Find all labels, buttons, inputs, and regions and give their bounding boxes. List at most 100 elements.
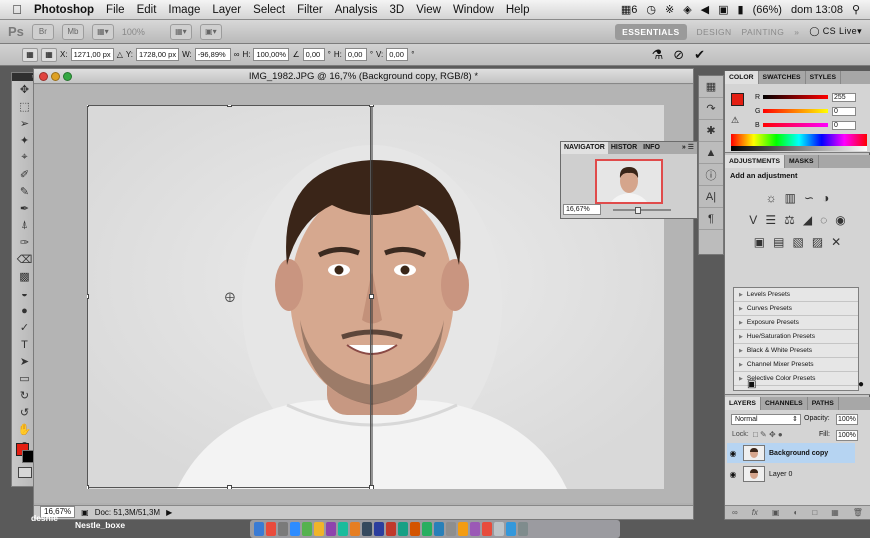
blend-mode-select[interactable]: Normal ⇕	[731, 414, 801, 425]
bluetooth-icon[interactable]: ※	[665, 3, 674, 16]
adjustments-panel-expand-icon[interactable]: ●	[858, 379, 864, 390]
navigator-zoom-field[interactable]: 16,67%	[563, 204, 601, 215]
tab-info[interactable]: INFO	[640, 142, 663, 154]
time-machine-icon[interactable]: ◷	[646, 3, 656, 16]
color-spectrum-ramp[interactable]	[731, 134, 867, 146]
menu-filter[interactable]: Filter	[297, 4, 323, 16]
y-field[interactable]: 1728,00 px	[135, 48, 180, 61]
menu-view[interactable]: View	[416, 4, 441, 16]
vibrance-icon[interactable]: V	[749, 213, 757, 227]
red-slider[interactable]: R 255	[755, 92, 857, 102]
navigator-panel-icon[interactable]: ✱	[699, 120, 723, 142]
character-panel-icon[interactable]: A|	[699, 186, 723, 208]
green-slider[interactable]: G 0	[755, 106, 857, 116]
menu-window[interactable]: Window	[453, 4, 494, 16]
vertical-skew-field[interactable]: 0,00	[386, 48, 409, 61]
warp-mode-icon[interactable]: ⚗	[652, 47, 664, 63]
selective-color-icon[interactable]: ✕	[831, 235, 841, 249]
transform-handle-bottom[interactable]	[227, 485, 232, 489]
menu-analysis[interactable]: Analysis	[335, 4, 378, 16]
preset-exposure[interactable]: Exposure Presets	[734, 316, 858, 330]
safari-dock-icon[interactable]	[290, 522, 300, 536]
app-dock-icon[interactable]	[266, 522, 276, 536]
mini-bridge-button[interactable]: Mb	[61, 23, 84, 40]
app-dock-icon[interactable]	[446, 522, 456, 536]
lock-icons[interactable]: □ ✎ ✥ ●	[753, 430, 783, 439]
app-dock-icon[interactable]	[398, 522, 408, 536]
transform-handle-top[interactable]	[227, 105, 232, 107]
desktop-file-label[interactable]: deshle	[31, 513, 58, 523]
invert-icon[interactable]: ▣	[754, 235, 765, 249]
layer-name[interactable]: Layer 0	[769, 471, 792, 478]
red-slider-track[interactable]	[763, 95, 828, 99]
finder-dock-icon[interactable]	[254, 522, 264, 536]
tab-color[interactable]: COLOR	[725, 71, 759, 84]
app-dock-icon[interactable]	[458, 522, 468, 536]
horizontal-skew-field[interactable]: 0,00	[344, 48, 367, 61]
workspace-painting[interactable]: PAINTING	[742, 27, 785, 37]
preset-hue-saturation[interactable]: Hue/Saturation Presets	[734, 330, 858, 344]
clock[interactable]: dom 13:08	[791, 4, 843, 16]
transform-handle-top-right[interactable]	[369, 105, 374, 107]
tab-swatches[interactable]: SWATCHES	[759, 71, 806, 84]
tab-history[interactable]: HISTOR	[608, 142, 640, 154]
transform-handle-left[interactable]	[87, 294, 89, 299]
layer-visibility-eye-icon[interactable]: ◉	[727, 449, 739, 458]
navigator-panel-menu-icon[interactable]: » ☰	[679, 142, 697, 154]
link-icon[interactable]: ∞	[234, 50, 240, 59]
brightness-contrast-icon[interactable]: ☼	[766, 191, 777, 205]
tab-channels[interactable]: CHANNELS	[761, 397, 808, 410]
preset-levels[interactable]: Levels Presets	[734, 288, 858, 302]
workspace-design[interactable]: DESIGN	[697, 27, 732, 37]
apple-menu-icon[interactable]: 	[0, 2, 34, 17]
app-dock-icon[interactable]	[470, 522, 480, 536]
input-icon[interactable]: ▣	[718, 3, 728, 16]
commit-transform-icon[interactable]: ✔	[694, 47, 705, 63]
layer-visibility-eye-icon[interactable]: ◉	[727, 470, 739, 479]
blue-slider-track[interactable]	[763, 123, 828, 127]
posterize-icon[interactable]: ▤	[773, 235, 784, 249]
document-title-bar[interactable]: IMG_1982.JPG @ 16,7% (Background copy, R…	[34, 69, 693, 84]
navigator-zoom-slider[interactable]	[613, 209, 671, 211]
out-of-gamut-warning-icon[interactable]: ⚠	[731, 115, 739, 126]
photo-filter-icon[interactable]: ◌	[820, 213, 827, 227]
blue-slider[interactable]: B 0	[755, 120, 857, 130]
tab-layers[interactable]: LAYERS	[725, 397, 761, 410]
app-dock-icon[interactable]	[338, 522, 348, 536]
add-mask-icon[interactable]: ▣	[772, 508, 780, 517]
relative-positioning-icon[interactable]: △	[117, 50, 123, 59]
tab-styles[interactable]: STYLES	[806, 71, 841, 84]
navigator-zoom-slider-knob[interactable]	[635, 207, 641, 214]
app-dock-icon[interactable]	[350, 522, 360, 536]
workspace-essentials[interactable]: ESSENTIALS	[615, 23, 687, 40]
preset-black-white[interactable]: Black & White Presets	[734, 344, 858, 358]
layer-row-layer-0[interactable]: ◉ Layer 0	[727, 464, 855, 484]
status-menu-arrow-icon[interactable]: ▶	[166, 506, 172, 519]
preset-channel-mixer[interactable]: Channel Mixer Presets	[734, 358, 858, 372]
green-slider-track[interactable]	[763, 109, 828, 113]
spotlight-icon[interactable]: ⚲	[852, 3, 860, 16]
curves-icon[interactable]: ∽	[804, 191, 814, 205]
gradient-map-icon[interactable]: ▨	[812, 235, 823, 249]
volume-icon[interactable]: ◀	[701, 3, 709, 16]
quick-mask-button[interactable]	[18, 467, 32, 478]
zoom-window-icon[interactable]	[63, 72, 72, 81]
delete-layer-icon[interactable]: 🗑	[853, 508, 863, 517]
menu-layer[interactable]: Layer	[212, 4, 241, 16]
battery-percent[interactable]: (66%)	[753, 4, 782, 16]
screen-mode-button[interactable]: ▣▾	[199, 23, 222, 40]
app-dock-icon[interactable]	[506, 522, 516, 536]
transform-handle-bottom-right[interactable]	[369, 485, 374, 489]
exposure-icon[interactable]: ◑	[822, 191, 829, 205]
photoshop-dock-icon[interactable]	[374, 522, 384, 536]
channel-mixer-icon[interactable]: ◉	[835, 213, 845, 227]
menu-edit[interactable]: Edit	[137, 4, 157, 16]
green-value-field[interactable]: 0	[832, 106, 856, 116]
history-panel-icon[interactable]: ↷	[699, 98, 723, 120]
reference-point-icon[interactable]: ▦	[41, 47, 57, 62]
new-adjustment-layer-icon[interactable]: ◐	[794, 508, 799, 517]
transform-reference-point-icon[interactable]: ⨁	[225, 292, 235, 303]
preset-curves[interactable]: Curves Presets	[734, 302, 858, 316]
tool-preset-picker[interactable]: ▦	[22, 47, 38, 62]
menu-help[interactable]: Help	[506, 4, 530, 16]
